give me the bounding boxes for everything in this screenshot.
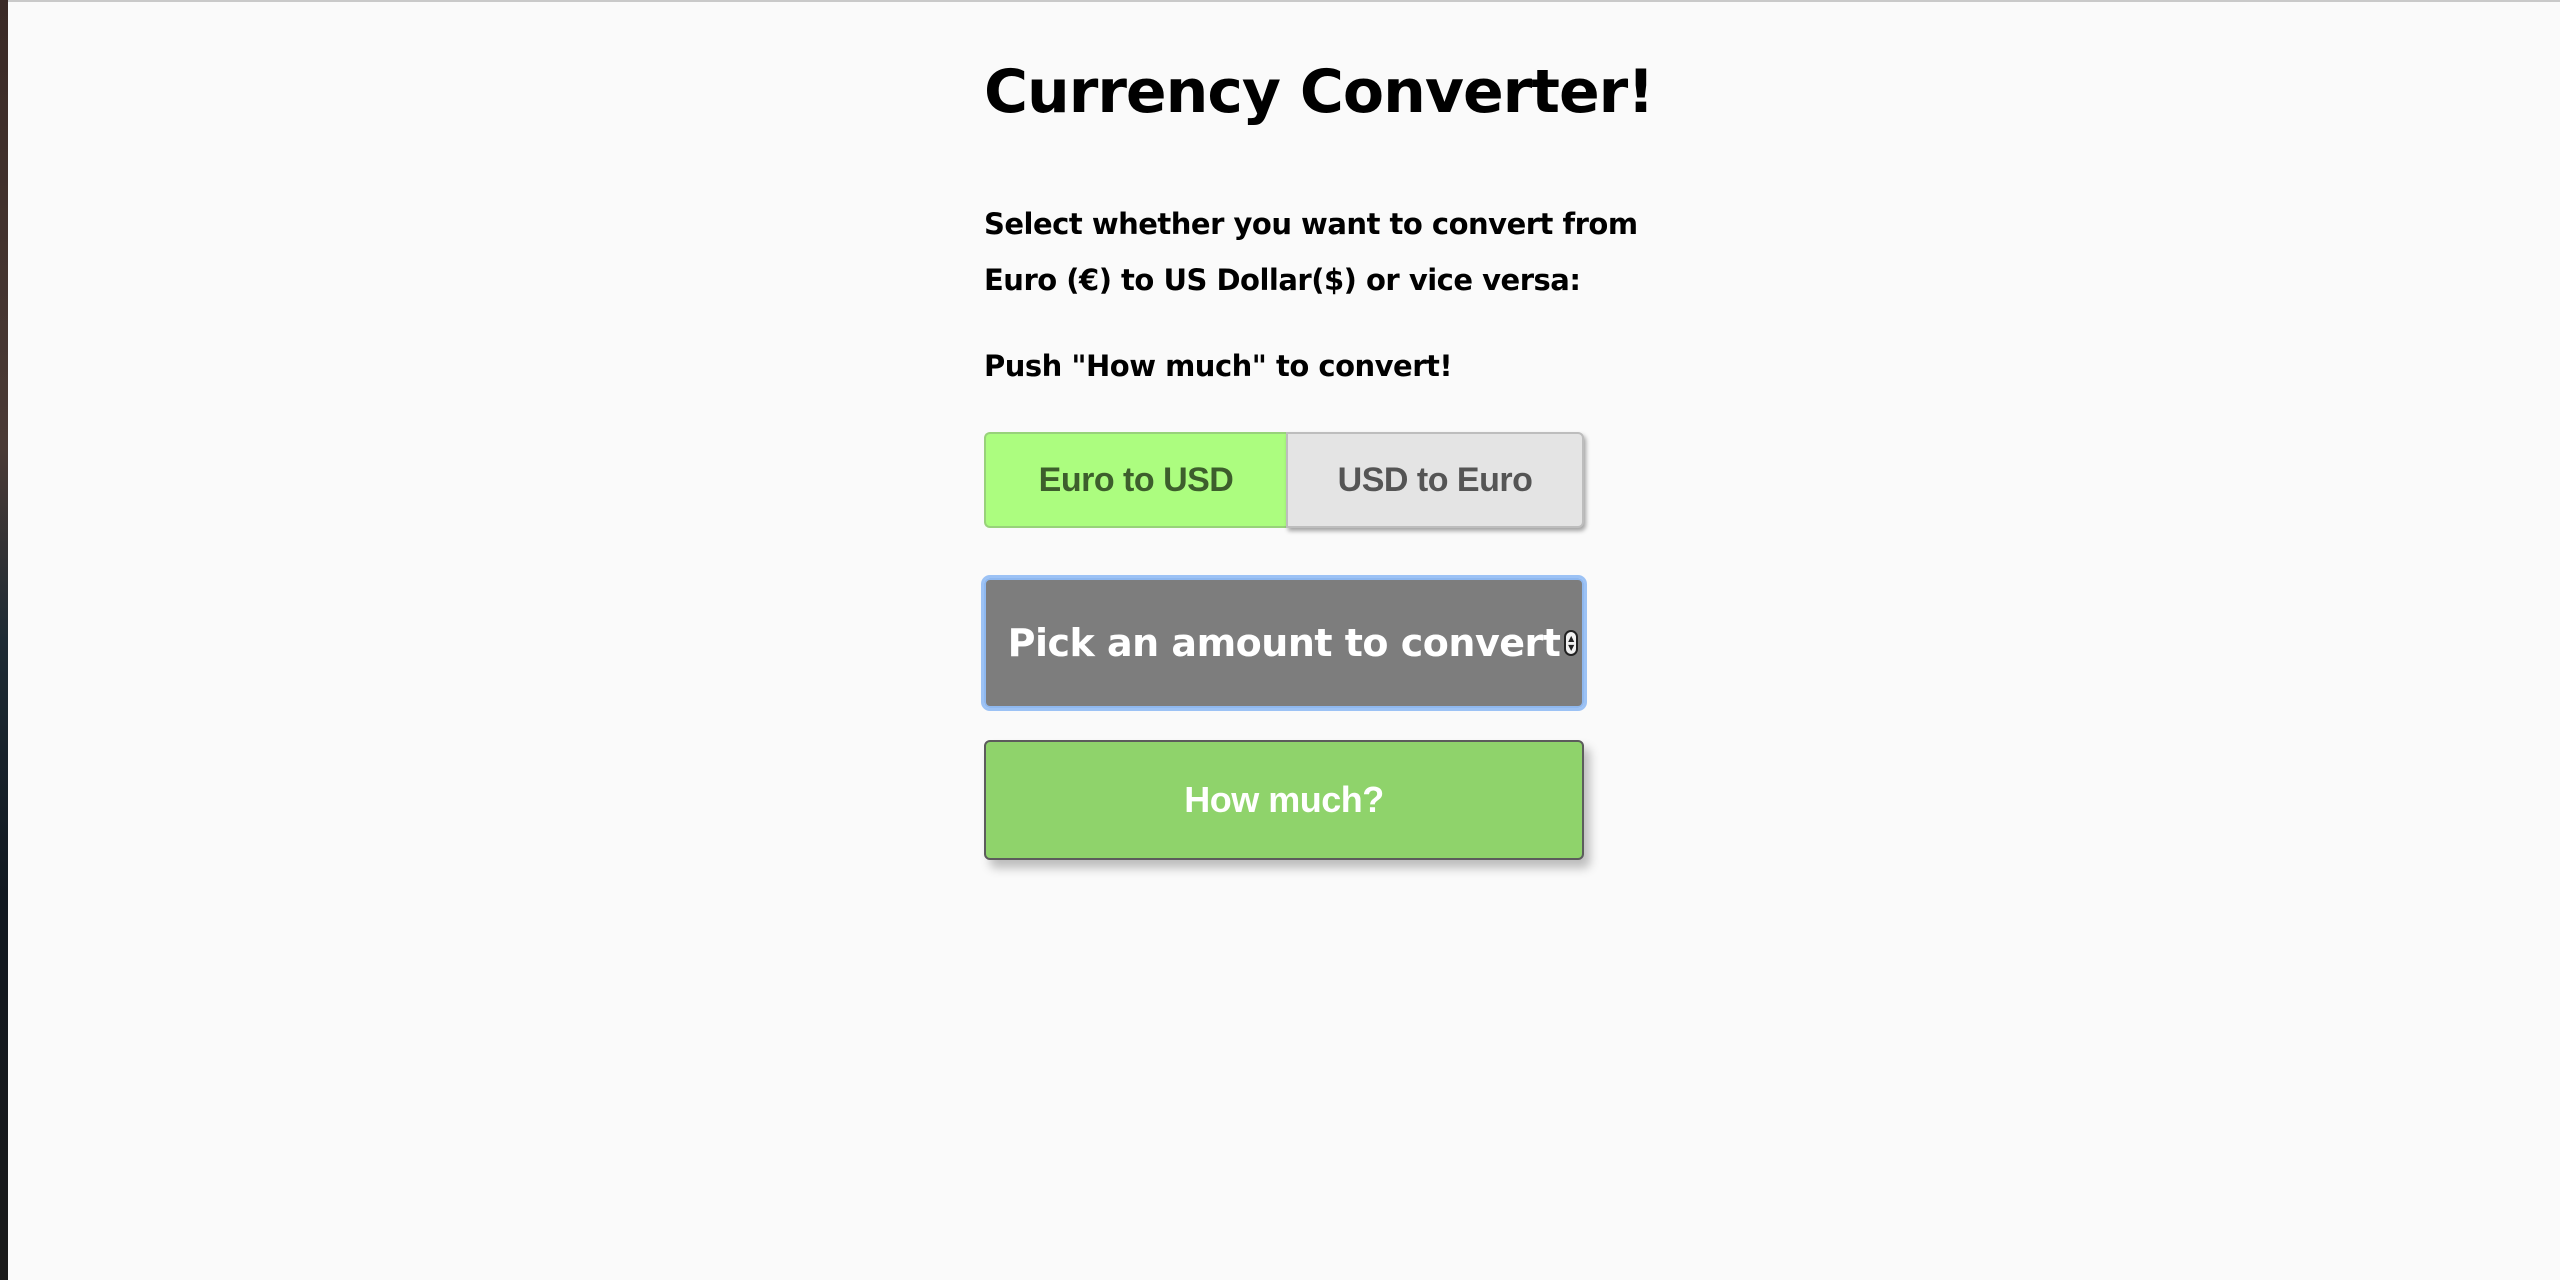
spinner-up-icon: ▲ bbox=[1568, 634, 1574, 643]
euro-to-usd-toggle[interactable]: Euro to USD bbox=[984, 432, 1286, 528]
push-instruction: Push "How much" to convert! bbox=[984, 349, 1453, 383]
how-much-button[interactable]: How much? bbox=[984, 740, 1584, 860]
instructions-line-1: Select whether you want to convert from bbox=[984, 207, 1638, 241]
page-title: Currency Converter! bbox=[984, 57, 1655, 127]
conversion-direction-toggle: Euro to USD USD to Euro bbox=[984, 432, 1584, 528]
amount-input[interactable]: Pick an amount to convert ▲ ▼ bbox=[981, 575, 1587, 711]
number-spinner-icon[interactable]: ▲ ▼ bbox=[1564, 630, 1578, 656]
window-top-border bbox=[0, 0, 2560, 2]
amount-input-placeholder: Pick an amount to convert bbox=[1007, 621, 1561, 665]
instructions-line-2: Euro (€) to US Dollar($) or vice versa: bbox=[984, 263, 1581, 297]
usd-to-euro-toggle[interactable]: USD to Euro bbox=[1286, 432, 1584, 528]
spinner-down-icon: ▼ bbox=[1568, 643, 1574, 652]
instructions-text: Select whether you want to convert from … bbox=[984, 196, 1638, 308]
background-window-edge bbox=[0, 0, 8, 1280]
